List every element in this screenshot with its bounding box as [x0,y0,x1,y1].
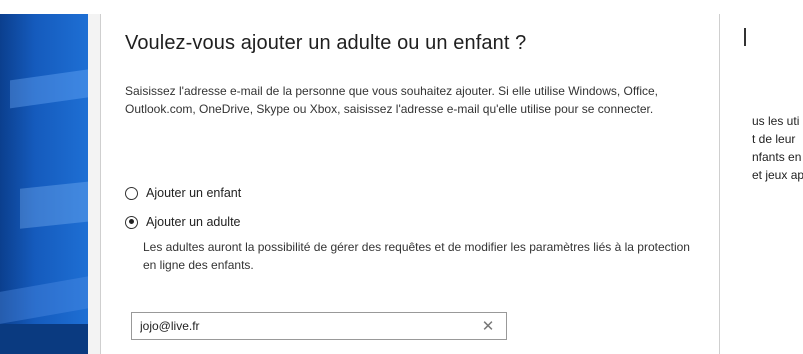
desktop-light-streak [0,276,88,324]
desktop-light-streak [20,179,88,229]
close-icon[interactable]: ✕ [476,314,500,338]
radio-add-child[interactable]: Ajouter un enfant [125,186,241,200]
background-text-line: nfants en [752,150,802,164]
desktop-light-streak [10,67,88,109]
top-strip [0,0,803,14]
background-text-line: us les uti [752,114,800,128]
dialog-description: Saisissez l'adresse e-mail de la personn… [125,84,659,116]
radio-label-adult: Ajouter un adulte [146,215,241,229]
email-field-container: ✕ [131,312,507,340]
radio-label-child: Ajouter un enfant [146,186,242,200]
desktop-shadow [0,324,88,354]
radio-add-adult[interactable]: Ajouter un adulte [125,215,241,229]
radio-button-unchecked[interactable] [125,186,138,200]
radio-button-checked[interactable] [125,215,138,229]
adult-option-note: Les adultes auront la possibilité de gér… [143,240,690,272]
window-edge [744,28,746,46]
background-settings-window: us les uti t de leur nfants en et jeux a… [720,14,803,354]
background-text-line: t de leur [752,132,796,146]
add-person-dialog: Voulez-vous ajouter un adulte ou un enfa… [100,14,720,354]
background-text-line: et jeux ap [752,168,803,182]
dialog-title: Voulez-vous ajouter un adulte ou un enfa… [125,32,527,54]
email-input[interactable] [132,313,476,339]
desktop-background [0,14,88,354]
